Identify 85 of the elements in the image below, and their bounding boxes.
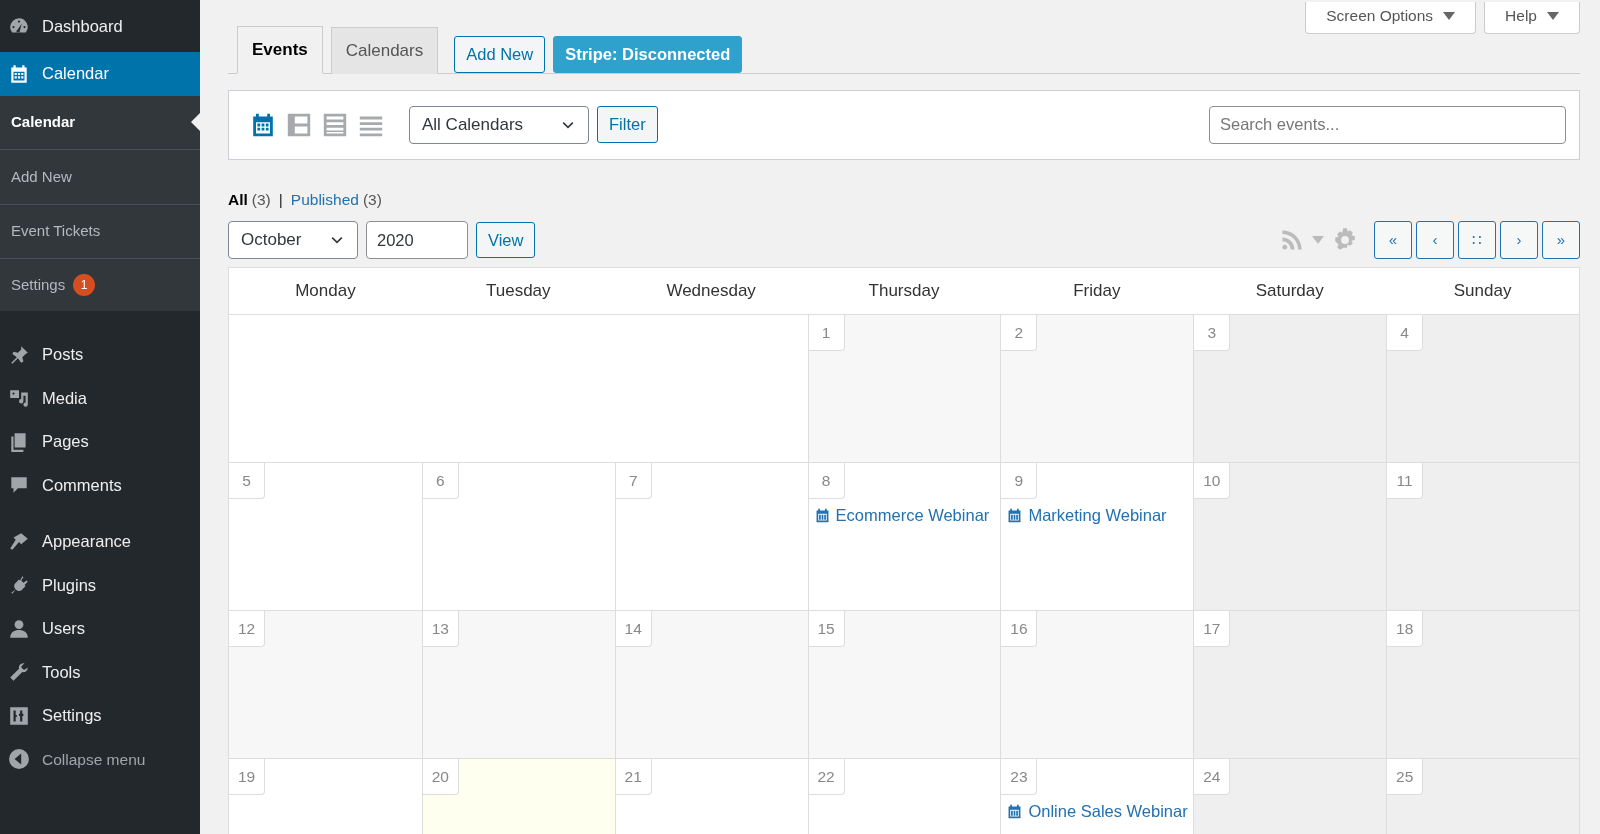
nav-button[interactable]: ‹ [1416, 221, 1454, 259]
notification-badge: 1 [73, 274, 96, 296]
status-filter-link[interactable]: Published [290, 187, 359, 211]
dropdown-button[interactable]: Help [1484, 2, 1580, 35]
submenu-item[interactable]: Add New [0, 150, 200, 205]
day-number: 25 [1387, 759, 1424, 795]
day-number: 9 [1001, 463, 1038, 499]
menu-item[interactable]: Tools [0, 650, 200, 694]
separator-text: | [278, 189, 283, 210]
calendar-icon [8, 62, 30, 85]
event-link[interactable]: Marketing Webinar [1006, 503, 1167, 528]
menu-item[interactable]: Settings [0, 694, 200, 738]
nav-button[interactable]: « [1374, 221, 1412, 259]
submenu-item[interactable]: Settings 1 [0, 259, 200, 311]
day-number: 5 [229, 463, 265, 499]
day-number: 12 [229, 611, 265, 647]
day-number: 6 [422, 463, 459, 499]
day-number: 7 [615, 463, 652, 499]
calendar-select[interactable]: All Calendars [409, 105, 589, 144]
weekday-header: Wednesday [665, 280, 757, 303]
nav-button[interactable]: ∷ [1458, 221, 1496, 259]
day-number: 16 [1001, 611, 1038, 647]
submenu-item[interactable]: Event Tickets [0, 204, 200, 259]
count-text: (3) [362, 189, 382, 210]
day-number: 1 [808, 315, 845, 351]
menu-item[interactable]: Dashboard [0, 0, 200, 52]
status-filter-link[interactable]: All [228, 187, 248, 211]
media-icon [8, 387, 30, 410]
day-number: 24 [1194, 759, 1231, 795]
sliders-icon [8, 704, 30, 727]
caret-icon [1547, 11, 1559, 20]
menu-item[interactable]: Media [0, 376, 200, 420]
day-number: 20 [422, 759, 459, 795]
day-number: 13 [422, 611, 459, 647]
day-number: 23 [1001, 759, 1038, 795]
year-field[interactable]: 2020 [366, 221, 468, 259]
search-field[interactable]: Search events... [1209, 105, 1566, 144]
weekday-header: Saturday [1254, 280, 1325, 303]
add-new-button[interactable]: Add New [454, 36, 546, 73]
nav-button[interactable]: › [1500, 221, 1538, 259]
tab[interactable]: Calendars [330, 27, 439, 74]
day-number: 22 [808, 759, 845, 795]
collapse-menu-button[interactable]: Collapse menu [0, 737, 200, 781]
day-number: 8 [808, 463, 845, 499]
weekday-header: Sunday [1452, 280, 1513, 303]
submenu-item[interactable]: Calendar [0, 95, 200, 150]
nav-button[interactable]: » [1542, 221, 1580, 259]
day-number: 11 [1387, 463, 1424, 499]
day-number: 15 [808, 611, 845, 647]
menu-item[interactable]: Users [0, 607, 200, 651]
count-text: (3) [251, 189, 271, 210]
weekday-header: Tuesday [485, 280, 552, 303]
day-number: 14 [615, 611, 652, 647]
caret-icon [1443, 11, 1456, 20]
day-number: 10 [1194, 463, 1231, 499]
filter-button[interactable]: Filter [597, 106, 658, 144]
view-button[interactable]: View [476, 221, 536, 259]
day-number: 3 [1194, 315, 1231, 351]
day-number: 19 [229, 759, 265, 795]
menu-item[interactable]: Pages [0, 420, 200, 464]
menu-item[interactable]: Comments [0, 463, 200, 507]
wrench-icon [8, 661, 30, 684]
rss-icon [1280, 228, 1304, 252]
weekday-header: Thursday [867, 280, 941, 303]
menu-item[interactable]: Calendar [0, 52, 200, 96]
day-number: 2 [1001, 315, 1038, 351]
menu-item[interactable]: Appearance [0, 520, 200, 564]
menu-item[interactable]: Posts [0, 333, 200, 377]
caret-icon [1312, 236, 1324, 244]
pin-icon [8, 343, 30, 366]
event-link[interactable]: Online Sales Webinar [1006, 799, 1188, 824]
brush-icon [8, 530, 30, 553]
month-select[interactable]: October [228, 221, 358, 259]
weekday-header: Monday [294, 280, 357, 303]
day-number: 18 [1387, 611, 1424, 647]
user-icon [8, 617, 30, 640]
event-link[interactable]: Ecommerce Webinar [813, 503, 990, 528]
day-number: 21 [615, 759, 652, 795]
tab[interactable]: Events [237, 26, 323, 74]
collapse-icon [8, 748, 30, 771]
weekday-header: Friday [1072, 280, 1122, 303]
menu-item[interactable]: Plugins [0, 563, 200, 607]
dropdown-button[interactable]: Screen Options [1305, 2, 1477, 35]
day-number: 4 [1387, 315, 1424, 351]
day-number: 17 [1194, 611, 1231, 647]
